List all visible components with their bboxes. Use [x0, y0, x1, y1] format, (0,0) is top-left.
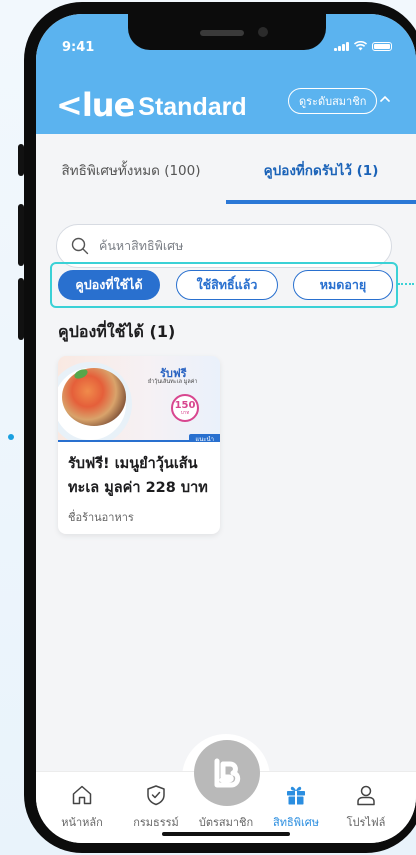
nav-label-profile: โปรไฟล์ [346, 816, 386, 829]
food-dish-illustration [62, 368, 126, 426]
battery-icon [372, 41, 392, 51]
wifi-icon [354, 41, 367, 51]
nav-label-member-card: บัตรสมาชิก [198, 816, 254, 829]
nav-item-policy[interactable]: กรมธรรม์ [118, 784, 194, 831]
privilege-tabs: สิทธิพิเศษทั้งหมด (100) คูปองที่กดรับไว้… [36, 134, 416, 206]
nav-item-privileges[interactable]: สิทธิพิเศษ [258, 784, 334, 831]
status-time: 9:41 [62, 40, 95, 55]
home-indicator [162, 832, 290, 836]
tab-all-privileges[interactable]: สิทธิพิเศษทั้งหมด (100) [36, 134, 226, 206]
recommended-badge: แนะนำ [189, 434, 220, 442]
phone-side-button [18, 144, 24, 176]
shield-check-icon [147, 785, 165, 806]
member-card-icon [215, 784, 237, 806]
coupon-price-badge: 150 บาท [171, 394, 199, 422]
nav-label-home: หน้าหลัก [61, 816, 103, 829]
home-icon [72, 785, 92, 805]
active-tab-indicator [226, 200, 416, 204]
phone-volume-down [18, 278, 24, 340]
signal-icon [334, 41, 349, 51]
app-screen: 9:41 <lue Standard ดูระดับสมาชิก สิทธิพิ… [36, 14, 416, 843]
filter-chip-used[interactable]: ใช้สิทธิ์แล้ว [176, 270, 278, 300]
section-title: คูปองที่ใช้ได้ (1) [58, 322, 176, 341]
nav-label-privileges: สิทธิพิเศษ [273, 816, 319, 829]
annotation-connector [398, 283, 414, 285]
notch-camera [258, 27, 268, 37]
coupon-price-unit: บาท [180, 410, 190, 416]
filter-chip-expired[interactable]: หมดอายุ [293, 270, 393, 300]
phone-volume-up [18, 204, 24, 266]
nav-item-home[interactable]: หน้าหลัก [44, 784, 120, 831]
gift-icon [287, 786, 305, 805]
notch-speaker [200, 30, 244, 36]
status-icons [334, 41, 392, 51]
coupon-title: รับฟรี! เมนูยำวุ้นเส้นทะเล มูลค่า 228 บา… [68, 456, 208, 496]
view-tier-button[interactable]: ดูระดับสมาชิก [288, 88, 378, 114]
brand-mark: <lue [56, 86, 135, 124]
coupon-image-subtext: ยำวุ้นเส้นทะเล มูลค่า [148, 379, 198, 385]
search-placeholder: ค้นหาสิทธิพิเศษ [99, 238, 184, 253]
user-icon [357, 785, 375, 806]
coupon-card[interactable]: รับฟรี ยำวุ้นเส้นทะเล มูลค่า 150 บาท แนะ… [58, 356, 220, 534]
brand-name: Standard [138, 93, 247, 121]
brand-logo: <lue Standard [56, 86, 247, 124]
filter-chip-available[interactable]: คูปองที่ใช้ได้ [58, 270, 160, 300]
coupon-image: รับฟรี ยำวุ้นเส้นทะเล มูลค่า 150 บาท แนะ… [58, 356, 220, 442]
nav-item-member-card[interactable]: บัตรสมาชิก [188, 784, 264, 831]
chevron-up-icon[interactable] [380, 94, 390, 104]
tab-claimed-coupons[interactable]: คูปองที่กดรับไว้ (1) [226, 134, 416, 206]
phone-notch [128, 14, 326, 50]
nav-label-policy: กรมธรรม์ [133, 816, 179, 829]
decorative-dot [8, 434, 14, 440]
nav-item-profile[interactable]: โปรไฟล์ [328, 784, 404, 831]
coupon-price-value: 150 [174, 399, 196, 411]
search-icon [71, 237, 89, 255]
coupon-shop-name: ชื่อร้านอาหาร [68, 511, 134, 524]
